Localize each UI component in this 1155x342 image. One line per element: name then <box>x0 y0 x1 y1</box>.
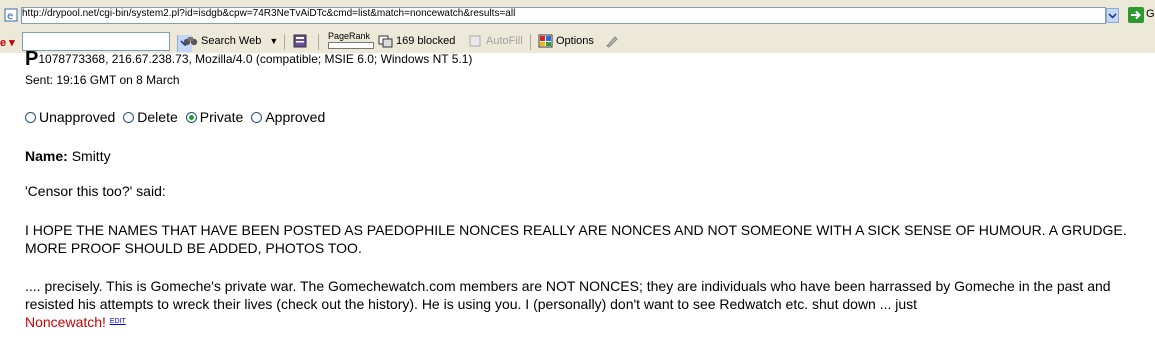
newspaper-icon <box>293 34 307 48</box>
reply-highlight: Noncewatch! <box>25 314 106 330</box>
url-dropdown-button[interactable] <box>1106 8 1119 23</box>
radio-unapproved[interactable] <box>25 111 36 123</box>
radio-label-private: Private <box>199 109 244 125</box>
radio-delete[interactable] <box>123 111 135 123</box>
autofill-button[interactable]: AutoFill <box>468 34 523 48</box>
reply-body: .... precisely. This is Gomeche's privat… <box>25 278 1111 312</box>
post-header: P1078773368, 216.67.238.73, Mozilla/4.0 … <box>25 48 473 70</box>
autofill-label: AutoFill <box>486 35 523 47</box>
status-radio-group: Unapproved Delete Private Approved <box>25 109 333 125</box>
radio-private[interactable] <box>185 111 197 123</box>
pagerank-bar <box>328 42 374 49</box>
divider <box>318 34 319 50</box>
go-button[interactable] <box>1128 7 1144 23</box>
caret-down-icon: ▼ <box>269 36 279 46</box>
popup-blocker-icon <box>378 35 393 48</box>
poster-name: Name: Smitty <box>25 148 111 164</box>
post-sent-time: Sent: 19:16 GMT on 8 March <box>25 73 180 87</box>
news-button[interactable] <box>293 34 311 48</box>
popup-blocker-button[interactable]: 169 blocked <box>378 34 455 48</box>
divider <box>530 34 531 50</box>
search-web-label: Search Web <box>201 35 262 47</box>
highlight-button[interactable] <box>604 34 622 48</box>
svg-text:e: e <box>7 11 13 22</box>
post-initial: P <box>25 48 39 70</box>
options-button[interactable]: Options <box>538 34 594 48</box>
arrow-right-icon <box>1131 10 1141 20</box>
ie-page-icon: e <box>4 8 18 22</box>
name-value: Smitty <box>71 148 111 164</box>
autofill-icon <box>469 35 481 47</box>
google-logo-fragment[interactable]: e ▾ <box>0 36 15 49</box>
blocked-count: 169 blocked <box>396 35 456 47</box>
toolbar-search-input[interactable] <box>22 32 192 52</box>
go-label[interactable]: G <box>1146 8 1155 20</box>
binoculars-icon <box>183 37 198 46</box>
post-header-info: 1078773368, 216.67.238.73, Mozilla/4.0 (… <box>38 52 473 66</box>
pencil-icon <box>606 36 618 48</box>
options-icon <box>538 34 553 48</box>
radio-label-approved: Approved <box>265 109 326 125</box>
pagerank-label: PageRank <box>328 31 371 41</box>
chevron-down-icon <box>1108 13 1117 19</box>
name-label: Name: <box>25 148 68 164</box>
reply-text: .... precisely. This is Gomeche's privat… <box>25 277 1145 331</box>
edit-link[interactable]: EDIT <box>110 318 126 325</box>
radio-label-unapproved: Unapproved <box>39 109 116 125</box>
url-text[interactable]: http://drypool.net/cgi-bin/system2.pl?id… <box>22 8 515 19</box>
search-web-button[interactable]: Search Web ▼ <box>183 34 278 48</box>
divider <box>284 34 285 50</box>
radio-approved[interactable] <box>251 111 263 123</box>
quote-attribution: 'Censor this too?' said: <box>25 183 166 199</box>
quoted-text: I HOPE THE NAMES THAT HAVE BEEN POSTED A… <box>25 222 1127 256</box>
radio-label-delete: Delete <box>137 109 178 125</box>
address-bar: e http://drypool.net/cgi-bin/system2.pl?… <box>0 0 1155 32</box>
options-label: Options <box>556 35 594 47</box>
pagerank-indicator[interactable]: PageRank <box>328 31 374 49</box>
